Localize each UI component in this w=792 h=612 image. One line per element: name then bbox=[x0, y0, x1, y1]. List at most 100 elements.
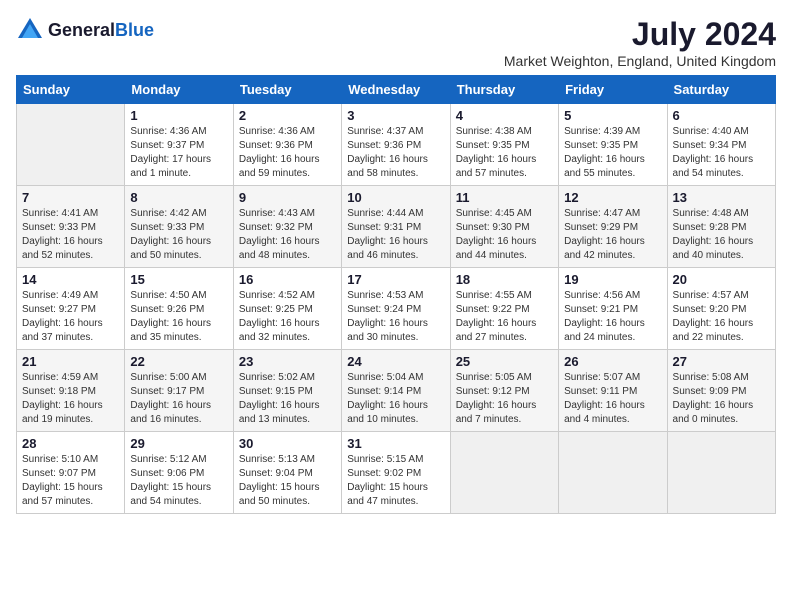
day-info: Sunrise: 4:45 AM Sunset: 9:30 PM Dayligh… bbox=[456, 207, 553, 263]
calendar-cell: 6 Sunrise: 4:40 AM Sunset: 9:34 PM Daylig… bbox=[667, 104, 775, 186]
calendar-cell: 18Sunrise: 4:55 AM Sunset: 9:22 PM Dayli… bbox=[450, 268, 558, 350]
day-number: 29 bbox=[130, 436, 227, 451]
calendar-cell: 2 Sunrise: 4:36 AM Sunset: 9:36 PM Daylig… bbox=[233, 104, 341, 186]
day-info: Sunrise: 4:43 AM Sunset: 9:32 PM Dayligh… bbox=[239, 207, 336, 263]
calendar-cell: 26Sunrise: 5:07 AM Sunset: 9:11 PM Dayli… bbox=[559, 350, 667, 432]
day-number: 24 bbox=[347, 354, 444, 369]
day-number: 3 bbox=[347, 108, 444, 123]
day-info: Sunrise: 4:59 AM Sunset: 9:18 PM Dayligh… bbox=[22, 371, 119, 427]
calendar-table: SundayMondayTuesdayWednesdayThursdayFrid… bbox=[16, 75, 776, 514]
calendar-cell: 17 Sunrise: 4:53 AM Sunset: 9:24 PM Dayli… bbox=[342, 268, 450, 350]
calendar-cell: 21 Sunrise: 4:59 AM Sunset: 9:18 PM Dayli… bbox=[17, 350, 125, 432]
day-number: 4 bbox=[456, 108, 553, 123]
day-number: 1 bbox=[130, 108, 227, 123]
calendar-cell: 1 Sunrise: 4:36 AM Sunset: 9:37 PM Daylig… bbox=[125, 104, 233, 186]
day-info: Sunrise: 4:40 AM Sunset: 9:34 PM Dayligh… bbox=[673, 125, 770, 181]
day-number: 9 bbox=[239, 190, 336, 205]
day-number: 11 bbox=[456, 190, 553, 205]
calendar-cell: 16Sunrise: 4:52 AM Sunset: 9:25 PM Dayli… bbox=[233, 268, 341, 350]
calendar-cell: 13Sunrise: 4:48 AM Sunset: 9:28 PM Dayli… bbox=[667, 186, 775, 268]
calendar-cell: 20Sunrise: 4:57 AM Sunset: 9:20 PM Dayli… bbox=[667, 268, 775, 350]
day-number: 7 bbox=[22, 190, 119, 205]
title-area: July 2024 Market Weighton, England, Unit… bbox=[504, 16, 776, 69]
day-number: 2 bbox=[239, 108, 336, 123]
week-row-1: 1 Sunrise: 4:36 AM Sunset: 9:37 PM Daylig… bbox=[17, 104, 776, 186]
calendar-cell: 28Sunrise: 5:10 AM Sunset: 9:07 PM Dayli… bbox=[17, 432, 125, 514]
day-info: Sunrise: 4:53 AM Sunset: 9:24 PM Dayligh… bbox=[347, 289, 444, 345]
day-info: Sunrise: 4:47 AM Sunset: 9:29 PM Dayligh… bbox=[564, 207, 661, 263]
day-number: 15 bbox=[130, 272, 227, 287]
day-info: Sunrise: 4:39 AM Sunset: 9:35 PM Dayligh… bbox=[564, 125, 661, 181]
day-number: 21 bbox=[22, 354, 119, 369]
weekday-header-tuesday: Tuesday bbox=[233, 76, 341, 104]
calendar-cell: 22 Sunrise: 5:00 AM Sunset: 9:17 PM Dayli… bbox=[125, 350, 233, 432]
calendar-cell: 10 Sunrise: 4:44 AM Sunset: 9:31 PM Dayli… bbox=[342, 186, 450, 268]
day-info: Sunrise: 5:00 AM Sunset: 9:17 PM Dayligh… bbox=[130, 371, 227, 427]
calendar-cell bbox=[667, 432, 775, 514]
day-info: Sunrise: 4:44 AM Sunset: 9:31 PM Dayligh… bbox=[347, 207, 444, 263]
day-info: Sunrise: 4:38 AM Sunset: 9:35 PM Dayligh… bbox=[456, 125, 553, 181]
day-number: 25 bbox=[456, 354, 553, 369]
weekday-header-friday: Friday bbox=[559, 76, 667, 104]
day-info: Sunrise: 4:56 AM Sunset: 9:21 PM Dayligh… bbox=[564, 289, 661, 345]
calendar-cell: 23 Sunrise: 5:02 AM Sunset: 9:15 PM Dayli… bbox=[233, 350, 341, 432]
calendar-cell: 8Sunrise: 4:42 AM Sunset: 9:33 PM Daylig… bbox=[125, 186, 233, 268]
day-info: Sunrise: 4:55 AM Sunset: 9:22 PM Dayligh… bbox=[456, 289, 553, 345]
day-number: 10 bbox=[347, 190, 444, 205]
day-info: Sunrise: 4:37 AM Sunset: 9:36 PM Dayligh… bbox=[347, 125, 444, 181]
location-subtitle: Market Weighton, England, United Kingdom bbox=[504, 53, 776, 69]
weekday-header-thursday: Thursday bbox=[450, 76, 558, 104]
week-row-5: 28Sunrise: 5:10 AM Sunset: 9:07 PM Dayli… bbox=[17, 432, 776, 514]
calendar-cell: 30Sunrise: 5:13 AM Sunset: 9:04 PM Dayli… bbox=[233, 432, 341, 514]
calendar-cell: 27 Sunrise: 5:08 AM Sunset: 9:09 PM Dayli… bbox=[667, 350, 775, 432]
day-info: Sunrise: 5:12 AM Sunset: 9:06 PM Dayligh… bbox=[130, 453, 227, 509]
day-info: Sunrise: 5:13 AM Sunset: 9:04 PM Dayligh… bbox=[239, 453, 336, 509]
calendar-cell: 9 Sunrise: 4:43 AM Sunset: 9:32 PM Daylig… bbox=[233, 186, 341, 268]
weekday-header-sunday: Sunday bbox=[17, 76, 125, 104]
calendar-cell: 31Sunrise: 5:15 AM Sunset: 9:02 PM Dayli… bbox=[342, 432, 450, 514]
logo-icon bbox=[16, 16, 44, 44]
day-info: Sunrise: 5:05 AM Sunset: 9:12 PM Dayligh… bbox=[456, 371, 553, 427]
calendar-cell: 29 Sunrise: 5:12 AM Sunset: 9:06 PM Dayli… bbox=[125, 432, 233, 514]
calendar-cell: 14Sunrise: 4:49 AM Sunset: 9:27 PM Dayli… bbox=[17, 268, 125, 350]
day-info: Sunrise: 4:41 AM Sunset: 9:33 PM Dayligh… bbox=[22, 207, 119, 263]
calendar-cell: 7 Sunrise: 4:41 AM Sunset: 9:33 PM Daylig… bbox=[17, 186, 125, 268]
day-number: 5 bbox=[564, 108, 661, 123]
day-info: Sunrise: 5:02 AM Sunset: 9:15 PM Dayligh… bbox=[239, 371, 336, 427]
logo: GeneralBlue bbox=[16, 16, 154, 44]
weekday-header-monday: Monday bbox=[125, 76, 233, 104]
day-number: 27 bbox=[673, 354, 770, 369]
day-number: 6 bbox=[673, 108, 770, 123]
week-row-2: 7 Sunrise: 4:41 AM Sunset: 9:33 PM Daylig… bbox=[17, 186, 776, 268]
calendar-cell bbox=[559, 432, 667, 514]
week-row-4: 21 Sunrise: 4:59 AM Sunset: 9:18 PM Dayli… bbox=[17, 350, 776, 432]
calendar-cell: 3 Sunrise: 4:37 AM Sunset: 9:36 PM Daylig… bbox=[342, 104, 450, 186]
day-number: 22 bbox=[130, 354, 227, 369]
day-info: Sunrise: 4:36 AM Sunset: 9:36 PM Dayligh… bbox=[239, 125, 336, 181]
day-info: Sunrise: 5:15 AM Sunset: 9:02 PM Dayligh… bbox=[347, 453, 444, 509]
calendar-header: GeneralBlue July 2024 Market Weighton, E… bbox=[16, 16, 776, 69]
calendar-cell: 12 Sunrise: 4:47 AM Sunset: 9:29 PM Dayli… bbox=[559, 186, 667, 268]
day-info: Sunrise: 4:50 AM Sunset: 9:26 PM Dayligh… bbox=[130, 289, 227, 345]
day-number: 23 bbox=[239, 354, 336, 369]
day-info: Sunrise: 4:49 AM Sunset: 9:27 PM Dayligh… bbox=[22, 289, 119, 345]
day-info: Sunrise: 4:57 AM Sunset: 9:20 PM Dayligh… bbox=[673, 289, 770, 345]
day-info: Sunrise: 5:04 AM Sunset: 9:14 PM Dayligh… bbox=[347, 371, 444, 427]
day-number: 12 bbox=[564, 190, 661, 205]
day-number: 26 bbox=[564, 354, 661, 369]
week-row-3: 14Sunrise: 4:49 AM Sunset: 9:27 PM Dayli… bbox=[17, 268, 776, 350]
weekday-header-wednesday: Wednesday bbox=[342, 76, 450, 104]
logo-general-text: General bbox=[48, 20, 115, 40]
weekday-header-row: SundayMondayTuesdayWednesdayThursdayFrid… bbox=[17, 76, 776, 104]
month-title: July 2024 bbox=[504, 16, 776, 53]
day-info: Sunrise: 5:08 AM Sunset: 9:09 PM Dayligh… bbox=[673, 371, 770, 427]
day-number: 17 bbox=[347, 272, 444, 287]
calendar-cell: 15 Sunrise: 4:50 AM Sunset: 9:26 PM Dayli… bbox=[125, 268, 233, 350]
calendar-cell: 19 Sunrise: 4:56 AM Sunset: 9:21 PM Dayli… bbox=[559, 268, 667, 350]
day-info: Sunrise: 4:42 AM Sunset: 9:33 PM Dayligh… bbox=[130, 207, 227, 263]
logo-blue-text: Blue bbox=[115, 20, 154, 40]
day-number: 28 bbox=[22, 436, 119, 451]
day-info: Sunrise: 4:36 AM Sunset: 9:37 PM Dayligh… bbox=[130, 125, 227, 181]
day-info: Sunrise: 4:48 AM Sunset: 9:28 PM Dayligh… bbox=[673, 207, 770, 263]
day-number: 19 bbox=[564, 272, 661, 287]
